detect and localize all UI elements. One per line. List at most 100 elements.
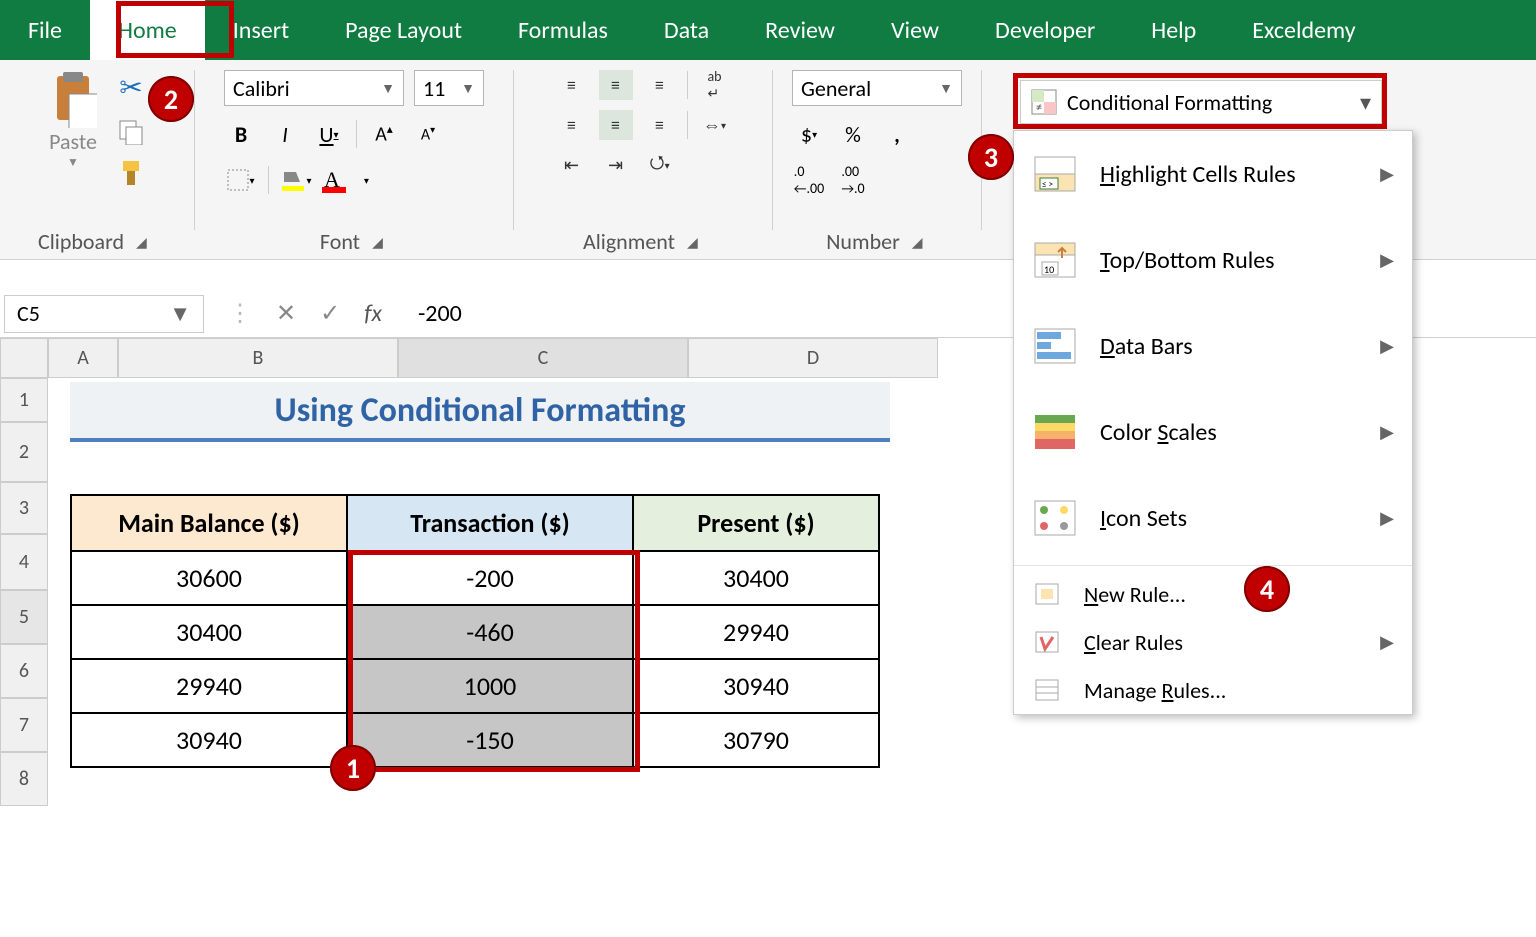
cell-selected[interactable]: -460	[347, 605, 633, 659]
font-size-combo[interactable]: 11▼	[414, 70, 484, 106]
cell[interactable]: 30400	[71, 605, 347, 659]
chevron-down-icon: ▼	[67, 155, 79, 170]
select-all-corner[interactable]	[0, 338, 48, 378]
cf-highlight-cells-rules[interactable]: ≤ > Highlight Cells Rules ▶	[1014, 131, 1412, 217]
decrease-indent-button[interactable]: ⇤	[555, 150, 589, 180]
cell[interactable]: 30940	[71, 713, 347, 767]
merge-center-button[interactable]: ⇔ ▾	[698, 110, 732, 140]
tab-page-layout[interactable]: Page Layout	[317, 0, 490, 60]
increase-indent-button[interactable]: ⇥	[599, 150, 633, 180]
cf-data-bars[interactable]: Data Bars ▶	[1014, 303, 1412, 389]
align-right-button[interactable]: ≡	[643, 110, 677, 140]
cut-icon[interactable]: ✂	[119, 70, 142, 105]
cf-item-label: Color Scales	[1100, 418, 1217, 447]
tab-view[interactable]: View	[863, 0, 967, 60]
cell[interactable]: 30400	[633, 551, 879, 605]
cell-selected-active[interactable]: -200	[347, 551, 633, 605]
dialog-launcher-icon[interactable]: ◢	[372, 234, 388, 250]
tab-home[interactable]: Home	[90, 0, 205, 60]
table-header[interactable]: Transaction ($)	[347, 495, 633, 551]
tab-insert[interactable]: Insert	[205, 0, 317, 60]
tab-file[interactable]: File	[0, 0, 90, 60]
borders-button[interactable]: ▾	[224, 162, 258, 198]
cf-action-label: New Rule...	[1084, 581, 1186, 608]
align-middle-button[interactable]: ≡	[599, 70, 633, 100]
dialog-launcher-icon[interactable]: ◢	[912, 234, 928, 250]
percent-format-button[interactable]: %	[836, 116, 870, 152]
decrease-decimal-button[interactable]: .00→.0	[836, 162, 870, 198]
group-label-font: Font	[320, 228, 360, 255]
cell-selected[interactable]: 1000	[347, 659, 633, 713]
tab-help[interactable]: Help	[1123, 0, 1224, 60]
conditional-formatting-button[interactable]: ≠ Conditional Formatting ▾	[1020, 80, 1382, 124]
cell[interactable]: 29940	[71, 659, 347, 713]
font-name-combo[interactable]: Calibri▼	[224, 70, 404, 106]
orientation-button[interactable]: ⭯ ▾	[643, 150, 677, 180]
tab-review[interactable]: Review	[737, 0, 863, 60]
col-header-C[interactable]: C	[398, 338, 688, 378]
align-center-button[interactable]: ≡	[599, 110, 633, 140]
cell[interactable]: 30940	[633, 659, 879, 713]
italic-button[interactable]: I	[268, 116, 302, 152]
fx-label[interactable]: fx	[364, 299, 382, 328]
tab-exceldemy[interactable]: Exceldemy	[1224, 0, 1383, 60]
number-format-combo[interactable]: General▼	[792, 70, 962, 106]
align-bottom-button[interactable]: ≡	[643, 70, 677, 100]
dialog-launcher-icon[interactable]: ◢	[687, 234, 703, 250]
row-header-7[interactable]: 7	[0, 698, 48, 752]
cf-action-label: Manage Rules...	[1084, 677, 1226, 704]
tab-developer[interactable]: Developer	[967, 0, 1123, 60]
cell-selected[interactable]: -150	[347, 713, 633, 767]
svg-text:≤ >: ≤ >	[1042, 179, 1054, 190]
tab-formulas[interactable]: Formulas	[490, 0, 636, 60]
cell[interactable]: 30600	[71, 551, 347, 605]
fill-color-button[interactable]: ▾	[279, 162, 313, 198]
cf-manage-rules[interactable]: Manage Rules...	[1014, 666, 1412, 714]
format-painter-icon[interactable]	[117, 159, 145, 187]
copy-icon[interactable]	[118, 119, 144, 145]
enter-formula-button[interactable]: ✓	[320, 299, 340, 328]
cf-color-scales[interactable]: Color Scales ▶	[1014, 389, 1412, 475]
tab-data[interactable]: Data	[636, 0, 737, 60]
cell[interactable]: 29940	[633, 605, 879, 659]
cf-top-bottom-rules[interactable]: 10 Top/Bottom Rules ▶	[1014, 217, 1412, 303]
cf-new-rule[interactable]: New Rule...	[1014, 570, 1412, 618]
highlight-cells-icon: ≤ >	[1032, 154, 1078, 194]
chevron-right-icon: ▶	[1380, 163, 1394, 185]
cancel-formula-button[interactable]: ✕	[276, 299, 296, 328]
row-header-8[interactable]: 8	[0, 752, 48, 806]
col-header-D[interactable]: D	[688, 338, 938, 378]
underline-button[interactable]: U ▾	[312, 116, 346, 152]
row-header-2[interactable]: 2	[0, 422, 48, 482]
cell[interactable]: 30790	[633, 713, 879, 767]
comma-format-button[interactable]: ,	[880, 116, 914, 152]
table-header[interactable]: Main Balance ($)	[71, 495, 347, 551]
group-label-number: Number	[826, 228, 900, 255]
clipboard-icon	[49, 70, 97, 128]
row-header-3[interactable]: 3	[0, 482, 48, 534]
conditional-formatting-menu: ≤ > Highlight Cells Rules ▶ 10 Top/Botto…	[1013, 130, 1413, 715]
align-left-button[interactable]: ≡	[555, 110, 589, 140]
decrease-font-button[interactable]: A▾	[411, 116, 445, 152]
align-top-button[interactable]: ≡	[555, 70, 589, 100]
number-format-value: General	[801, 75, 871, 102]
col-header-B[interactable]: B	[118, 338, 398, 378]
bold-button[interactable]: B	[224, 116, 258, 152]
increase-font-button[interactable]: A▴	[367, 116, 401, 152]
name-box[interactable]: C5▼	[4, 295, 204, 333]
row-header-1[interactable]: 1	[0, 378, 48, 422]
paste-button[interactable]: Paste ▼	[37, 70, 109, 170]
increase-decimal-button[interactable]: .0←.00	[792, 162, 826, 198]
wrap-text-button[interactable]: ab↵	[698, 70, 732, 100]
font-color-button[interactable]: A▾	[323, 162, 370, 198]
accounting-format-button[interactable]: $ ▾	[792, 116, 826, 152]
cf-icon-sets[interactable]: Icon Sets ▶	[1014, 475, 1412, 561]
row-header-4[interactable]: 4	[0, 534, 48, 590]
table-header[interactable]: Present ($)	[633, 495, 879, 551]
row-header-6[interactable]: 6	[0, 644, 48, 698]
cf-clear-rules[interactable]: Clear Rules ▶	[1014, 618, 1412, 666]
col-header-A[interactable]: A	[48, 338, 118, 378]
title-cell[interactable]: Using Conditional Formatting	[70, 382, 890, 442]
dialog-launcher-icon[interactable]: ◢	[136, 234, 152, 250]
row-header-5[interactable]: 5	[0, 590, 48, 644]
